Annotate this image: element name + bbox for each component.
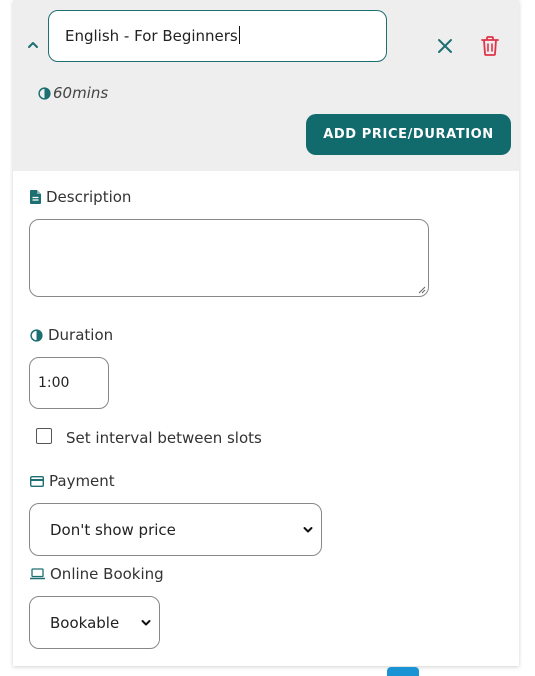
online-booking-selected-value: Bookable (50, 613, 120, 632)
payment-label-row: Payment (30, 472, 115, 490)
payment-selected-value: Don't show price (50, 520, 176, 539)
chevron-up-icon[interactable] (26, 38, 40, 52)
payment-label: Payment (49, 472, 115, 490)
text-caret (238, 26, 240, 44)
service-card: English - For Beginners 60mins ADD PRICE… (13, 0, 519, 666)
scroll-to-top-button[interactable] (387, 667, 419, 676)
clock-half-icon (38, 86, 51, 100)
service-name-input[interactable]: English - For Beginners (48, 10, 387, 62)
payment-select[interactable]: Don't show price (29, 503, 322, 556)
duration-label: Duration (48, 326, 114, 344)
close-icon[interactable] (436, 37, 454, 55)
chevron-down-icon (303, 526, 313, 532)
chevron-down-icon (141, 619, 151, 625)
document-icon (30, 190, 41, 204)
description-label: Description (46, 188, 132, 206)
service-name-value: English - For Beginners (65, 27, 238, 45)
description-label-row: Description (30, 188, 131, 206)
description-textarea[interactable] (29, 219, 429, 297)
interval-checkbox-label[interactable]: Set interval between slots (66, 428, 262, 448)
resize-grip-icon[interactable] (418, 286, 426, 294)
online-booking-label: Online Booking (50, 565, 164, 583)
online-booking-select[interactable]: Bookable (29, 596, 160, 649)
add-price-duration-button[interactable]: ADD PRICE/DURATION (306, 114, 511, 155)
duration-label-row: Duration (30, 326, 113, 344)
credit-card-icon (30, 475, 44, 487)
online-booking-label-row: Online Booking (30, 565, 164, 583)
duration-summary-text: 60mins (53, 84, 109, 102)
clock-half-icon (30, 328, 43, 342)
service-header: English - For Beginners 60mins ADD PRICE… (13, 0, 519, 171)
laptop-icon (30, 568, 45, 580)
duration-summary: 60mins (38, 83, 108, 103)
duration-input[interactable]: 1:00 (29, 357, 109, 409)
interval-checkbox[interactable] (36, 428, 52, 444)
duration-value: 1:00 (38, 375, 70, 391)
trash-icon[interactable] (480, 35, 500, 57)
